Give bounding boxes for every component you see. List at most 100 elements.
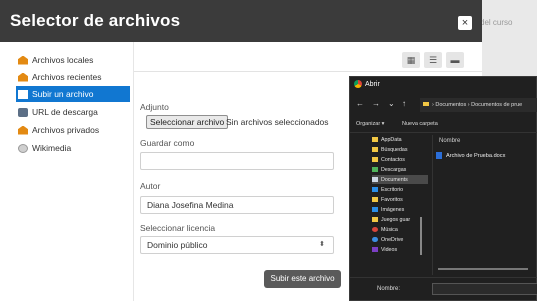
nav-item-label: Juegos guar (381, 216, 411, 223)
chrome-icon (354, 80, 362, 88)
folder-icon (372, 157, 378, 162)
tree-view-button[interactable]: ▬ (446, 52, 464, 68)
up-arrow-icon[interactable]: ↑ (402, 99, 406, 108)
new-folder-button[interactable]: Nueva carpeta (402, 121, 438, 127)
save-as-input[interactable] (140, 152, 334, 170)
cloud-icon (372, 237, 378, 242)
folder-icon (372, 197, 378, 202)
forward-arrow-icon[interactable]: → (372, 99, 380, 108)
upload-icon (18, 89, 28, 99)
file-status-text: Sin archivos seleccionados (226, 117, 329, 127)
dialog-command-bar: Organizar ▾ Nueva carpeta (350, 117, 537, 133)
nav-item-label: Imágenes (381, 206, 405, 213)
word-document-icon (436, 152, 442, 159)
nav-item-contactos[interactable]: Contactos (372, 155, 405, 164)
nav-item-musica[interactable]: Música (372, 225, 398, 234)
nav-item-escritorio[interactable]: Escritorio (372, 185, 403, 194)
author-label: Autor (140, 181, 161, 191)
nav-item-descargas[interactable]: Descargas (372, 165, 406, 174)
license-label: Seleccionar licencia (140, 223, 216, 233)
music-icon (372, 227, 378, 232)
nav-scrollbar[interactable] (420, 217, 422, 255)
list-view-button[interactable]: ☰ (424, 52, 442, 68)
icon-view-button[interactable]: ▦ (402, 52, 420, 68)
nav-item-appdata[interactable]: AppData (372, 135, 402, 144)
nav-item-label: Descargas (381, 166, 407, 173)
column-header-name[interactable]: Nombre (439, 138, 460, 144)
save-as-label: Guardar como (140, 138, 195, 148)
sidebar-item-wikimedia[interactable]: Wikimedia (18, 140, 132, 156)
sidebar-item-label: Archivos recientes (32, 72, 102, 82)
nav-item-label: AppData (381, 136, 402, 143)
folder-icon (423, 102, 429, 106)
sidebar-item-upload[interactable]: Subir un archivo (16, 86, 130, 102)
license-value: Dominio público (147, 240, 208, 250)
folder-icon (372, 137, 378, 142)
recent-locations-icon[interactable]: ⌄ (388, 99, 395, 108)
address-path: › Documentos › Documentos de prue (432, 102, 523, 108)
nav-item-label: Música (381, 226, 398, 233)
select-file-button[interactable]: Seleccionar archivo (146, 115, 229, 129)
filename-row: Nombre: (350, 277, 537, 301)
license-select[interactable]: Dominio público ⬍ (140, 236, 334, 254)
upload-file-button[interactable]: Subir este archivo (264, 270, 341, 288)
pictures-icon (372, 207, 378, 212)
documents-icon (372, 177, 378, 182)
folder-icon (372, 217, 378, 222)
sidebar-item-label: Archivos privados (32, 125, 100, 135)
file-list-pane: Nombre Archivo de Prueba.docx (432, 135, 537, 275)
nav-item-label: Búsquedas (381, 146, 408, 153)
background-text: del curso (480, 18, 513, 27)
sidebar-item-recent-files[interactable]: Archivos recientes (18, 69, 132, 85)
repository-icon (18, 55, 28, 65)
author-value: Diana Josefina Medina (147, 200, 234, 210)
nav-item-juegos[interactable]: Juegos guar (372, 215, 410, 224)
horizontal-scrollbar[interactable] (438, 268, 528, 270)
sidebar-item-local-files[interactable]: Archivos locales (18, 52, 132, 68)
folder-icon (372, 147, 378, 152)
select-caret-icon: ⬍ (319, 241, 325, 248)
repository-icon (18, 125, 28, 135)
repository-sidebar: Archivos locales Archivos recientes Subi… (0, 42, 134, 301)
nav-item-favoritos[interactable]: Favoritos (372, 195, 403, 204)
nav-item-label: Escritorio (381, 186, 404, 193)
sidebar-item-label: URL de descarga (32, 107, 98, 117)
nav-item-documents[interactable]: Documents (372, 175, 428, 184)
attachment-label: Adjunto (140, 102, 169, 112)
picker-header: Selector de archivos × (0, 0, 482, 42)
back-arrow-icon[interactable]: ← (356, 99, 364, 108)
desktop-icon (372, 187, 378, 192)
dialog-nav-bar: ← → ⌄ ↑ › Documentos › Documentos de pru… (350, 95, 537, 115)
sidebar-item-label: Wikimedia (32, 143, 72, 153)
sidebar-item-url-download[interactable]: URL de descarga (18, 104, 132, 120)
organize-button[interactable]: Organizar ▾ (356, 121, 384, 127)
dialog-titlebar: Abrir (354, 80, 380, 88)
view-toolbar: ▦ ☰ ▬ (134, 42, 482, 72)
repository-icon (18, 72, 28, 82)
address-bar[interactable]: › Documentos › Documentos de prue (420, 98, 537, 112)
nav-item-onedrive[interactable]: OneDrive (372, 235, 403, 244)
sidebar-item-label: Archivos locales (32, 55, 94, 65)
download-icon (372, 167, 378, 172)
nav-item-label: Documents (381, 176, 408, 183)
video-icon (372, 247, 378, 252)
file-name: Archivo de Prueba.docx (446, 152, 506, 159)
nav-item-videos[interactable]: Videos (372, 245, 397, 254)
filename-label: Nombre: (377, 286, 401, 292)
picker-title: Selector de archivos (10, 11, 181, 30)
file-row[interactable]: Archivo de Prueba.docx (436, 152, 505, 159)
nav-item-label: Contactos (381, 156, 405, 163)
nav-item-imagenes[interactable]: Imágenes (372, 205, 404, 214)
close-button[interactable]: × (458, 16, 472, 30)
wikimedia-icon (18, 143, 28, 153)
navigation-pane: AppData Búsquedas Contactos Descargas Do… (372, 135, 432, 285)
url-icon (18, 107, 28, 117)
sidebar-item-label: Subir un archivo (32, 89, 94, 99)
nav-item-busquedas[interactable]: Búsquedas (372, 145, 408, 154)
nav-item-label: Favoritos (381, 196, 403, 203)
sidebar-item-private-files[interactable]: Archivos privados (18, 122, 132, 138)
author-input[interactable]: Diana Josefina Medina (140, 196, 334, 214)
filename-input[interactable] (432, 283, 537, 295)
nav-item-label: Videos (381, 246, 398, 253)
open-file-dialog: Abrir ← → ⌄ ↑ › Documentos › Documentos … (349, 76, 537, 301)
